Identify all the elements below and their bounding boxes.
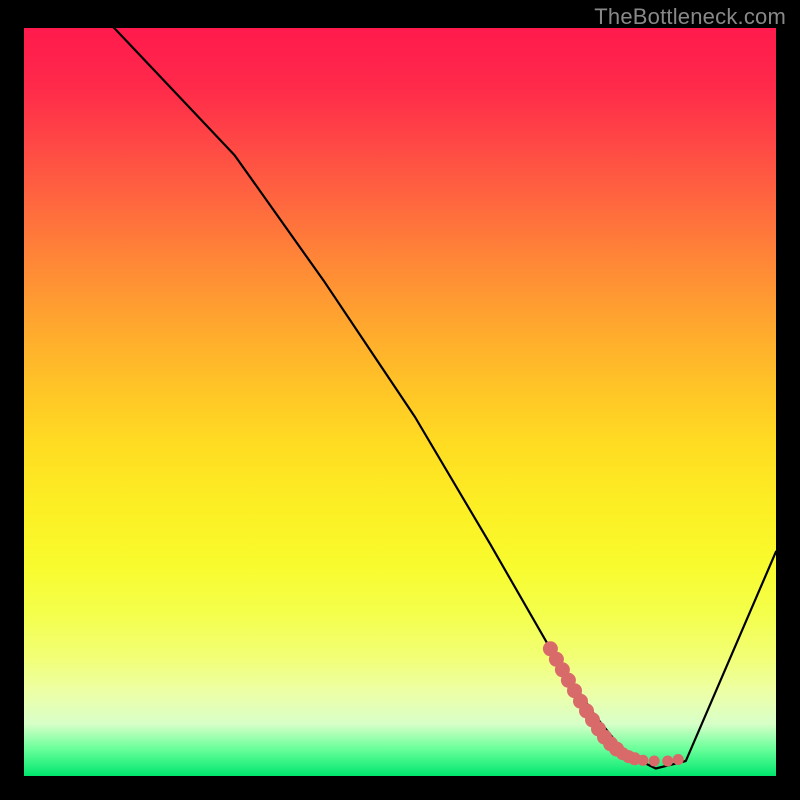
marker-dot [649, 756, 660, 767]
highlight-markers [543, 641, 684, 766]
curve-line [24, 0, 776, 768]
marker-dot [673, 754, 684, 765]
watermark-text: TheBottleneck.com [594, 4, 786, 30]
marker-dot [662, 756, 673, 767]
marker-dot [637, 755, 648, 766]
chart-svg [24, 28, 776, 776]
